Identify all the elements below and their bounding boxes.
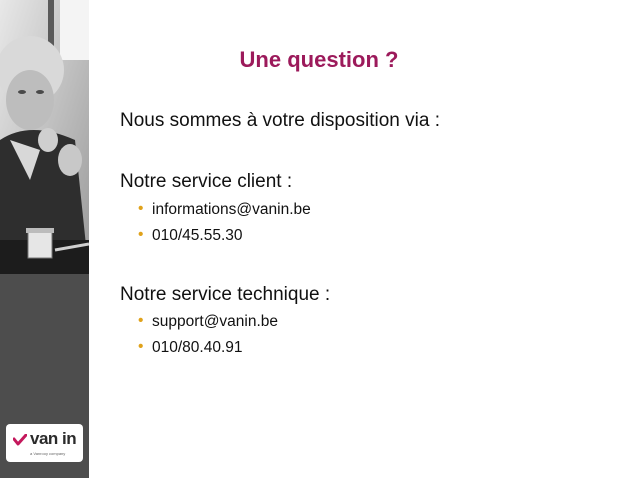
client-email: informations@vanin.be [152,201,311,218]
client-phone: 010/45.55.30 [152,227,243,244]
support-phone: 010/80.40.91 [152,339,243,356]
bullet-icon: • [138,226,144,243]
logo-text: van in [30,429,77,448]
bullet-icon: • [138,312,144,329]
bullet-icon: • [138,338,144,355]
bullet-icon: • [138,200,144,217]
intro-text: Nous sommes à votre disposition via : [120,110,440,131]
logo-tagline: a Vanrooy company [30,451,66,456]
check-icon [13,434,27,446]
student-photo [0,0,89,274]
section-heading-client: Notre service client : [120,171,293,192]
support-email: support@vanin.be [152,313,279,330]
list-item: • 010/80.40.91 [138,338,243,357]
list-item: • support@vanin.be [138,312,279,331]
list-item: • 010/45.55.30 [138,226,243,245]
vanin-logo: van in a Vanrooy company [6,424,83,462]
section-heading-technique: Notre service technique : [120,284,331,305]
slide-title-text: Une question ? [239,47,399,72]
slide-title: Une question ? [0,47,638,73]
list-item: • informations@vanin.be [138,200,311,219]
